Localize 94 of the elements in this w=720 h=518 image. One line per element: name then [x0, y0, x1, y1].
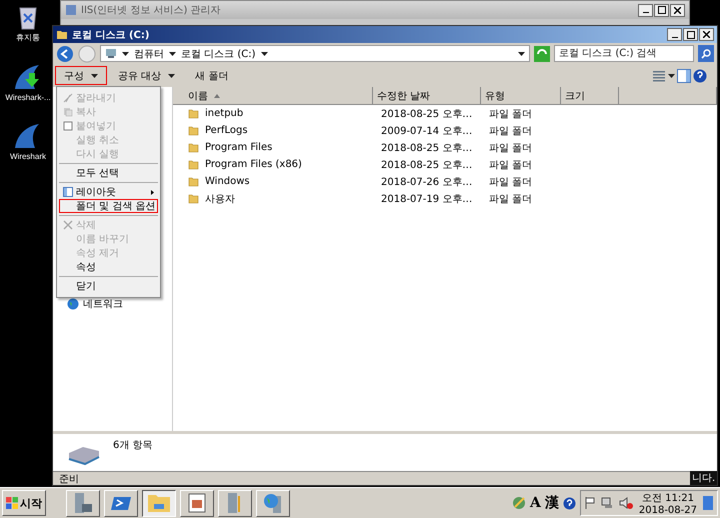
menu-item[interactable]: 속성 — [59, 260, 158, 274]
close-button[interactable] — [670, 4, 685, 16]
caret-icon — [668, 74, 675, 78]
menu-item[interactable]: 레이아웃 — [59, 185, 158, 199]
file-name[interactable]: Windows — [205, 176, 250, 187]
caret-icon — [122, 52, 129, 56]
file-name[interactable]: inetpub — [205, 108, 244, 119]
close-icon — [703, 31, 710, 38]
maximize-icon — [658, 6, 666, 14]
folder-icon — [56, 29, 68, 40]
caret-icon — [518, 52, 525, 56]
table-cell-text: 2018-08-25 오후… — [380, 158, 474, 172]
search-icon — [701, 48, 711, 58]
layout-icon — [63, 187, 73, 197]
folder-icon — [188, 159, 199, 170]
table-cell-text: 파일 폴더 — [488, 176, 534, 188]
file-name[interactable]: 사용자 — [205, 192, 235, 206]
maximize-icon — [686, 30, 694, 38]
table-cell-text: 파일 폴더 — [488, 124, 534, 138]
folder-icon — [188, 193, 199, 204]
folder-icon — [147, 492, 171, 514]
table-cell-text: 2018-08-25 오후… — [380, 108, 474, 120]
table-cell-text: 파일 폴더 — [488, 158, 534, 172]
file-name[interactable]: PerfLogs — [205, 125, 248, 136]
folder-icon — [188, 108, 199, 119]
file-name[interactable]: Program Files (x86) — [205, 159, 302, 170]
flag-icon[interactable] — [584, 497, 595, 509]
table-cell-text: 파일 폴더 — [488, 142, 534, 154]
breadcrumb[interactable]: 컴퓨터 — [134, 46, 164, 60]
help-icon[interactable] — [693, 68, 707, 82]
server-icon — [72, 492, 94, 514]
item-count: 6개 항목 — [113, 439, 153, 453]
address-bar[interactable]: 컴퓨터 로컬 디스크 (C:) — [100, 45, 530, 62]
globe-icon — [262, 492, 284, 514]
icon-label[interactable]: Wireshark-... — [5, 93, 51, 102]
folder-icon — [188, 125, 199, 136]
speaker-muted-icon[interactable] — [618, 497, 633, 509]
toolbar-button[interactable]: 공유 대상 — [109, 66, 184, 85]
scissors-icon — [63, 93, 73, 103]
clock-date: 2018-08-27 — [638, 504, 697, 516]
table-cell-text: 2018-08-25 오후… — [380, 142, 474, 154]
search-field[interactable]: 로컬 디스크 (C:) 검색 — [554, 45, 694, 62]
x-icon — [63, 220, 73, 230]
window-icon — [187, 492, 207, 514]
folder-icon — [188, 142, 199, 153]
breadcrumb[interactable]: 로컬 디스크 (C:) — [181, 46, 256, 60]
clock-time: 오전 11:21 — [642, 492, 694, 504]
close-button[interactable] — [699, 28, 714, 41]
back-button[interactable] — [56, 44, 74, 62]
help-icon[interactable] — [562, 496, 576, 510]
ime-indicator[interactable]: 漢 — [544, 494, 559, 512]
ime-indicator[interactable]: A — [530, 495, 541, 511]
taskbar-button[interactable] — [142, 490, 176, 516]
network-icon[interactable] — [600, 497, 613, 509]
icon-label[interactable]: Wireshark — [10, 152, 46, 161]
caret-icon — [169, 52, 176, 56]
start-button[interactable]: 시작 — [2, 490, 46, 516]
column-header[interactable]: 수정한 날짜 — [373, 87, 481, 105]
copy-icon — [63, 107, 73, 117]
refresh-icon[interactable] — [534, 46, 550, 62]
globe-icon — [67, 298, 79, 310]
window-title: IIS(인터넷 정보 서비스) 관리자 — [81, 4, 222, 17]
computer-icon — [105, 48, 117, 59]
windows-logo-icon — [6, 497, 18, 509]
folder-icon — [188, 176, 199, 187]
status-text: 니다. — [690, 471, 718, 485]
column-header[interactable]: 크기 — [561, 87, 619, 105]
minimize-button[interactable] — [667, 28, 682, 41]
table-cell-text: 파일 폴더 — [488, 192, 534, 206]
column-header[interactable]: 유형 — [481, 87, 561, 105]
toolbar-button[interactable]: 새 폴더 — [186, 66, 238, 85]
search-button[interactable] — [698, 45, 714, 62]
menu-item[interactable]: 닫기 — [59, 279, 158, 293]
table-cell-text: 2018-07-26 오후… — [380, 176, 474, 188]
toolbar-button[interactable]: 구성 — [55, 66, 107, 85]
preview-pane-icon[interactable] — [677, 68, 691, 82]
clipboard-icon — [63, 121, 73, 131]
maximize-button[interactable] — [654, 4, 669, 16]
caret-icon — [260, 52, 268, 56]
menu-item[interactable]: 모두 선택 — [59, 166, 158, 180]
close-icon — [674, 6, 681, 14]
table-cell-text: 2018-07-19 오후… — [380, 192, 474, 206]
column-header[interactable]: 이름 — [173, 87, 373, 105]
file-name[interactable]: Program Files — [205, 142, 272, 153]
menu-item[interactable]: 폴더 및 검색 옵션 — [59, 199, 158, 213]
app-icon — [65, 4, 77, 16]
minimize-button[interactable] — [638, 4, 653, 16]
maximize-button[interactable] — [683, 28, 698, 41]
window-title: 로컬 디스크 (C:) — [72, 28, 150, 42]
table-cell-text: 파일 폴더 — [488, 108, 534, 120]
icon-label[interactable]: 휴지통 — [16, 32, 40, 43]
view-icon[interactable] — [652, 70, 666, 82]
nav-item[interactable]: 네트워크 — [83, 297, 123, 311]
table-cell-text: 2009-07-14 오후… — [380, 124, 474, 138]
